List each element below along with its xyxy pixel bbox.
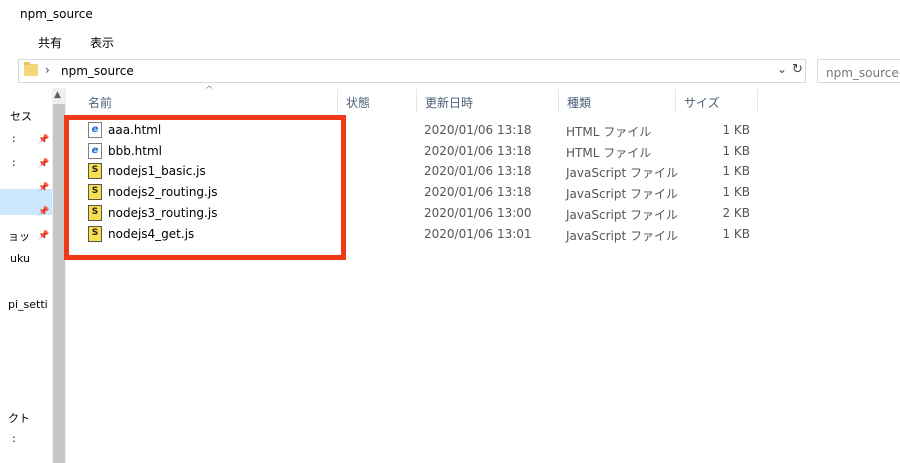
file-size: 1 KB	[722, 227, 750, 241]
file-type: JavaScript ファイル	[566, 187, 678, 201]
window-title: npm_source	[20, 7, 93, 21]
nav-item[interactable]: pi_setti	[8, 298, 48, 311]
sort-ascending-icon: ^	[205, 85, 214, 96]
search-input[interactable]: npm_sourceの	[817, 59, 900, 83]
nav-item[interactable]: :	[12, 432, 16, 445]
file-date: 2020/01/06 13:18	[424, 164, 532, 178]
file-size: 2 KB	[722, 206, 750, 220]
pin-icon: 📌	[38, 159, 50, 169]
file-type: HTML ファイル	[566, 125, 652, 139]
ribbon-tab-view[interactable]: 表示	[90, 34, 114, 51]
column-divider[interactable]	[757, 89, 758, 113]
address-bar[interactable]: › npm_source ⌄ ↻	[18, 59, 806, 83]
file-date: 2020/01/06 13:18	[424, 185, 532, 199]
file-date: 2020/01/06 13:18	[424, 144, 532, 158]
nav-item[interactable]: :	[12, 156, 16, 169]
file-size: 1 KB	[722, 164, 750, 178]
column-divider[interactable]	[337, 89, 338, 113]
file-type: JavaScript ファイル	[566, 208, 678, 222]
chevron-down-icon[interactable]: ⌄	[777, 62, 787, 76]
file-type: JavaScript ファイル	[566, 166, 678, 180]
column-header-date[interactable]: 更新日時	[425, 94, 473, 111]
column-header-status[interactable]: 状態	[346, 94, 370, 111]
scroll-up-icon[interactable]: ▲	[54, 90, 61, 100]
nav-item[interactable]: ョッ	[8, 228, 30, 244]
folder-icon	[24, 62, 38, 76]
pin-icon: 📌	[38, 183, 50, 193]
nav-item[interactable]: :	[12, 132, 16, 145]
file-date: 2020/01/06 13:18	[424, 123, 532, 137]
chevron-right-icon[interactable]: ›	[45, 63, 50, 77]
column-header-name[interactable]: 名前	[88, 94, 112, 111]
nav-item-quick-access[interactable]: セス	[10, 108, 32, 124]
file-size: 1 KB	[722, 185, 750, 199]
column-header-type[interactable]: 種類	[567, 94, 591, 111]
address-path[interactable]: npm_source	[61, 64, 134, 78]
file-size: 1 KB	[722, 123, 750, 137]
pin-icon: 📌	[38, 231, 50, 241]
highlight-box	[64, 115, 346, 260]
file-size: 1 KB	[722, 144, 750, 158]
file-date: 2020/01/06 13:00	[424, 206, 532, 220]
nav-item[interactable]: uku	[10, 252, 30, 265]
pin-icon: 📌	[38, 135, 50, 145]
column-divider[interactable]	[416, 89, 417, 113]
column-divider[interactable]	[675, 89, 676, 113]
file-type: JavaScript ファイル	[566, 229, 678, 243]
navigation-pane[interactable]: セス : 📌 : 📌 📌 📌 ョッ 📌 uku pi_setti クト :	[0, 88, 52, 463]
nav-item[interactable]: クト	[8, 410, 30, 426]
search-placeholder: npm_sourceの	[826, 66, 900, 80]
column-divider[interactable]	[558, 89, 559, 113]
column-header-size[interactable]: サイズ	[684, 94, 720, 111]
ribbon-tab-share[interactable]: 共有	[38, 34, 62, 51]
pin-icon: 📌	[38, 207, 50, 217]
file-type: HTML ファイル	[566, 146, 652, 160]
refresh-icon[interactable]: ↻	[792, 62, 803, 77]
file-date: 2020/01/06 13:01	[424, 227, 532, 241]
